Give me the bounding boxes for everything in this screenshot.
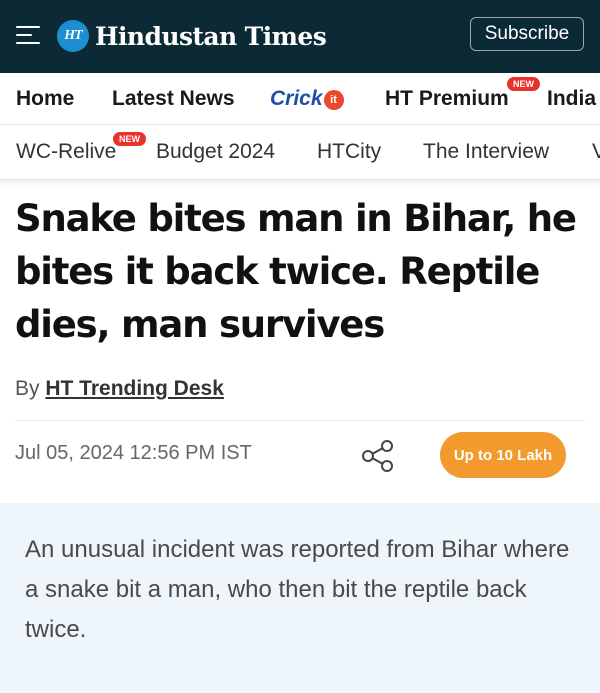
nav-htcity[interactable]: HTCity <box>317 140 381 164</box>
author-link[interactable]: HT Trending Desk <box>45 377 224 400</box>
secondary-nav: WC-Relive NEW Budget 2024 HTCity The Int… <box>0 126 600 180</box>
nav-cricket-label: Crick <box>270 87 323 110</box>
subscribe-button[interactable]: Subscribe <box>470 17 584 51</box>
logo-badge: HT <box>57 20 89 52</box>
nav-india[interactable]: India <box>547 87 596 111</box>
promo-button[interactable]: Up to 10 Lakh <box>440 432 566 478</box>
logo-text: Hindustan Times <box>95 21 327 51</box>
site-logo[interactable]: HT Hindustan Times <box>57 20 327 52</box>
byline-prefix: By <box>15 377 40 400</box>
new-badge: NEW <box>113 132 146 146</box>
nav-the-interview[interactable]: The Interview <box>423 140 549 164</box>
primary-nav: Home Latest News Crick it HT Premium NEW … <box>0 73 600 125</box>
nav-ht-premium[interactable]: HT Premium <box>385 87 509 111</box>
article-headline: Snake bites man in Bihar, he bites it ba… <box>15 197 577 346</box>
hamburger-menu-icon[interactable] <box>16 25 40 45</box>
nav-latest-news[interactable]: Latest News <box>112 87 235 111</box>
nav-home[interactable]: Home <box>16 87 74 111</box>
nav-cricket[interactable]: Crick it <box>270 87 344 111</box>
nav-budget-2024[interactable]: Budget 2024 <box>156 140 275 164</box>
nav-overflow-item[interactable]: V <box>592 140 600 164</box>
publish-date: Jul 05, 2024 12:56 PM IST <box>15 442 252 464</box>
nav-wc-relive[interactable]: WC-Relive <box>16 140 116 164</box>
divider <box>15 420 585 421</box>
cricket-logo-badge: it <box>323 90 344 110</box>
site-header: HT Hindustan Times Subscribe <box>0 0 600 73</box>
new-badge: NEW <box>507 77 540 91</box>
byline: By HT Trending Desk <box>15 377 224 401</box>
nav-shadow <box>0 180 600 188</box>
article-summary: An unusual incident was reported from Bi… <box>25 536 570 643</box>
share-icon[interactable] <box>358 436 398 476</box>
